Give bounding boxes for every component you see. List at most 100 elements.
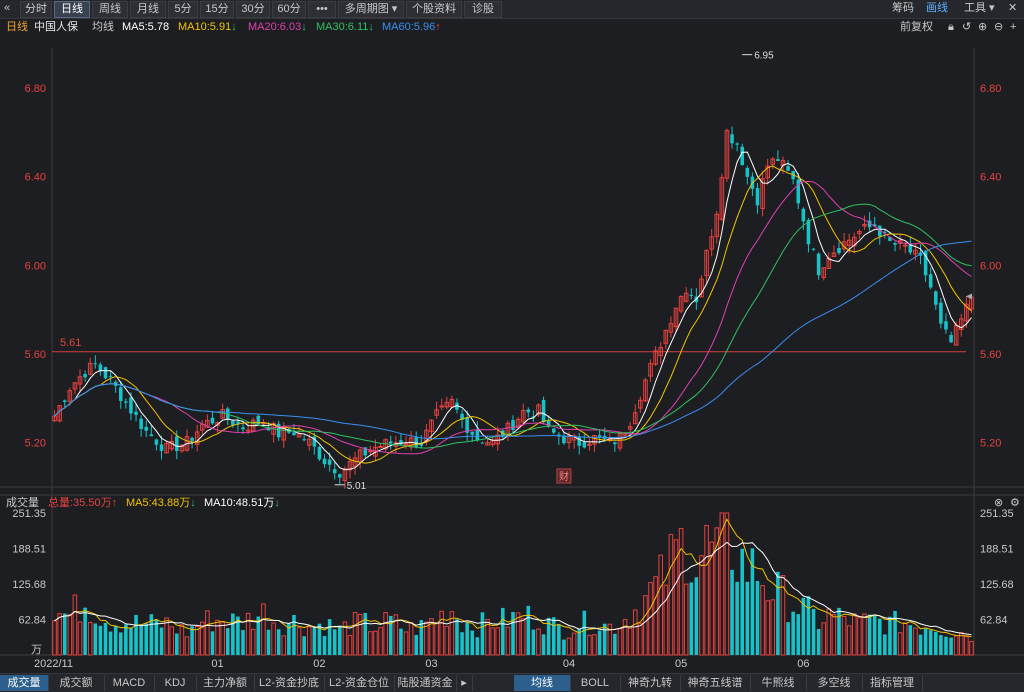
candle-down bbox=[129, 397, 133, 414]
chip-button[interactable]: 筹码 bbox=[892, 1, 914, 16]
volume-bar-up bbox=[434, 622, 439, 656]
volume-bar-down bbox=[949, 637, 953, 655]
volume-bar-up bbox=[857, 617, 862, 656]
volume-bar-up bbox=[169, 626, 174, 656]
price-tick-left: 6.80 bbox=[25, 83, 46, 95]
tab-8[interactable]: ••• bbox=[308, 1, 336, 18]
volume-bar-down bbox=[939, 635, 943, 655]
indicator-tab-1[interactable]: 成交额 bbox=[48, 675, 105, 691]
tab-2[interactable]: 周线 bbox=[92, 1, 128, 18]
volume-bar-down bbox=[613, 633, 617, 655]
indicator-tab-4[interactable]: 主力净额 bbox=[196, 675, 255, 691]
overlay-tab-3[interactable]: 神奇五线谱 bbox=[680, 675, 751, 691]
candle-down bbox=[526, 409, 531, 413]
overlay-tab-1[interactable]: BOLL bbox=[570, 675, 621, 691]
candle-down bbox=[190, 437, 194, 441]
ma20-value: MA20:6.03↓ bbox=[248, 21, 307, 33]
candle-down bbox=[475, 429, 480, 441]
tab-11[interactable]: 诊股 bbox=[464, 1, 502, 18]
indicator-tab-5[interactable]: L2-资金抄底 bbox=[254, 675, 325, 691]
close-icon[interactable]: ✕ bbox=[1008, 1, 1017, 16]
indicator-tab-2[interactable]: MACD bbox=[104, 675, 155, 691]
adjust-button[interactable]: 前复权 bbox=[900, 19, 933, 35]
date-label: 2022/11 bbox=[34, 658, 73, 670]
price-chart[interactable]: 5.20 5.20 5.60 5.60 6.00 6.00 6.40 6.40 6.80 6.80… bbox=[0, 35, 1024, 687]
tab-3[interactable]: 月线 bbox=[130, 1, 166, 18]
volume-bar-up bbox=[368, 631, 373, 656]
volume-tick-right: 188.51 bbox=[980, 544, 1014, 556]
close-panel-icon[interactable]: ⊗ bbox=[994, 495, 1003, 511]
candle-down bbox=[811, 248, 816, 250]
lock-icon[interactable]: 🔒︎ bbox=[948, 19, 954, 35]
volume-bar-down bbox=[801, 597, 806, 655]
volume-bar-up bbox=[67, 614, 73, 656]
candle-down bbox=[801, 208, 806, 222]
candle-down bbox=[118, 387, 123, 401]
volume-bar-up bbox=[245, 612, 251, 656]
indicator-tab-7[interactable]: 陆股通资金 bbox=[394, 675, 457, 691]
volume-bar-down bbox=[786, 622, 790, 655]
overlay-tab-5[interactable]: 多空线 bbox=[806, 675, 863, 691]
tab-5[interactable]: 15分 bbox=[200, 1, 234, 18]
down-arrow-icon: ↓ bbox=[231, 21, 237, 33]
zoom-out-icon[interactable]: ⊖ bbox=[994, 19, 1003, 35]
overlay-tab-0[interactable]: 均线 bbox=[514, 675, 571, 691]
volume-bar-down bbox=[908, 625, 913, 655]
overlay-tab-2[interactable]: 神奇九转 bbox=[620, 675, 681, 691]
price-tick-left: 5.20 bbox=[25, 438, 46, 450]
candle-down bbox=[93, 363, 98, 365]
scroll-right-icon[interactable]: ▸ bbox=[456, 675, 473, 691]
volume-bar-down bbox=[816, 628, 821, 655]
volume-bar-up bbox=[250, 628, 256, 656]
volume-bar-down bbox=[93, 623, 98, 655]
volume-bar-up bbox=[841, 615, 847, 656]
volume-bar-up bbox=[378, 627, 383, 656]
indicator-tab-3[interactable]: KDJ bbox=[154, 675, 197, 691]
volume-tick-left: 62.84 bbox=[18, 614, 46, 626]
volume-bar-up bbox=[444, 625, 450, 656]
draw-line-button[interactable]: 画线 bbox=[926, 1, 948, 16]
overlay-tab-6[interactable]: 指标管理 bbox=[862, 675, 923, 691]
volume-bar-up bbox=[953, 635, 959, 656]
volume-bar-up bbox=[164, 617, 169, 656]
undo-icon[interactable]: ↺ bbox=[962, 19, 971, 35]
candle-up bbox=[368, 450, 373, 453]
tab-6[interactable]: 30分 bbox=[236, 1, 270, 18]
price-tick-left: 5.60 bbox=[25, 349, 46, 361]
volume-bar-up bbox=[964, 636, 969, 656]
volume-bar-up bbox=[683, 583, 689, 656]
indicator-tab-0[interactable]: 成交量 bbox=[0, 675, 49, 691]
volume-bar-up bbox=[862, 613, 867, 656]
volume-bar-up bbox=[668, 533, 674, 656]
zoom-in-icon[interactable]: ⊕ bbox=[978, 19, 987, 35]
volume-bar-up bbox=[271, 622, 276, 656]
candle-down bbox=[332, 469, 337, 474]
volume-bar-down bbox=[455, 619, 459, 655]
volume-bar-up bbox=[296, 627, 302, 656]
candle-down bbox=[511, 420, 515, 430]
overlay-tab-4[interactable]: 牛熊线 bbox=[750, 675, 807, 691]
volume-ma10: MA10:48.51万↓ bbox=[204, 497, 280, 509]
volume-bar-up bbox=[536, 628, 541, 656]
tab-10[interactable]: 个股资料 bbox=[406, 1, 462, 18]
volume-bar-down bbox=[541, 634, 546, 655]
settings-icon[interactable]: ⚙ bbox=[1010, 495, 1020, 511]
tab-7[interactable]: 60分 bbox=[272, 1, 306, 18]
tab-1[interactable]: 日线 bbox=[54, 1, 90, 18]
tab-0[interactable]: 分时 bbox=[20, 1, 52, 18]
tab-4[interactable]: 5分 bbox=[168, 1, 198, 18]
candle-down bbox=[159, 444, 164, 451]
volume-bar-up bbox=[408, 622, 414, 656]
ma60-value: MA60:5.96↑ bbox=[382, 21, 441, 33]
indicator-tab-6[interactable]: L2-资金仓位 bbox=[324, 675, 395, 691]
tab-9[interactable]: 多周期图 ▾ bbox=[338, 1, 404, 18]
volume-bar-down bbox=[883, 634, 887, 655]
tools-menu-button[interactable]: 工具 ▾ bbox=[964, 1, 995, 16]
candle-down bbox=[562, 435, 566, 444]
volume-bar-down bbox=[811, 608, 816, 655]
back-icon[interactable]: « bbox=[4, 1, 10, 16]
volume-bar-up bbox=[72, 594, 78, 656]
volume-bar-down bbox=[266, 629, 271, 655]
avg-label[interactable]: 均线 bbox=[92, 19, 114, 35]
add-icon[interactable]: + bbox=[1010, 19, 1016, 35]
